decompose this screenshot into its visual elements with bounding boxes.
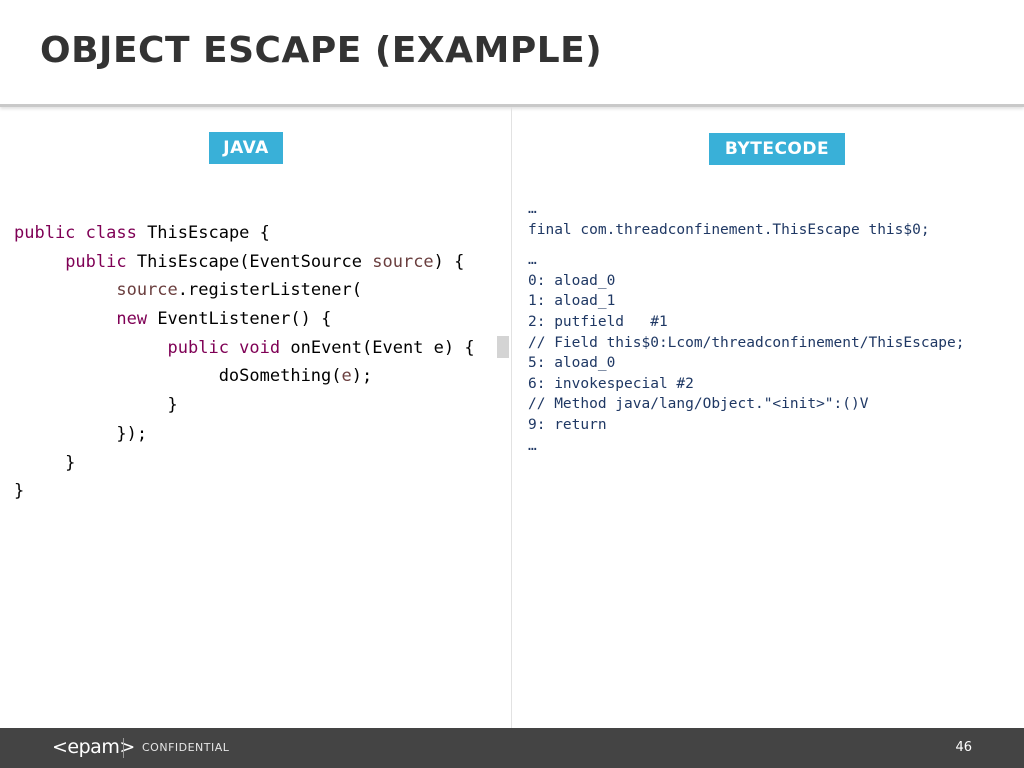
java-code-token: ThisEscape { [147,223,270,243]
java-code-line: new EventListener() { [14,305,475,334]
java-code-token [14,338,168,358]
bytecode-line: // Method java/lang/Object."<init>":()V [528,396,869,413]
bytecode-line: 6: invokespecial #2 [528,375,694,392]
bytecode-line: … [528,201,537,217]
java-code-token: onEvent(Event e) { [290,337,475,358]
java-code-token: public class [14,223,148,243]
bytecode-line: … [528,437,537,454]
java-code-block: public class ThisEscape { public ThisEsc… [14,219,475,506]
java-label: JAVA [209,132,283,164]
bytecode-line: 0: aload_0 [528,272,616,289]
footer-bar: <epam> CONFIDENTIAL 46 [0,728,1024,768]
java-code-token: }); [14,423,148,444]
java-code-token: source [116,280,178,301]
bytecode-line: 2: putfield #1 [528,313,668,330]
bytecode-line: // Field this$0:Lcom/threadconfinement/T… [528,334,965,351]
java-code-line: source.registerListener( [14,276,475,305]
java-code-token: ) { [433,251,465,272]
java-code-token [14,252,65,272]
java-code-token [14,280,116,300]
footer-divider [123,738,124,758]
java-code-line: doSomething(e); [14,362,475,391]
java-code-token: public [65,251,137,272]
bytecode-panel: BYTECODE … final com.threadconfinement.Th… [512,107,1024,728]
bytecode-line: 5: aload_0 [528,355,616,372]
bytecode-line: … [528,252,537,269]
java-code-token: new [116,309,158,330]
java-code-line: } [14,391,475,420]
slide-header: OBJECT ESCAPE (EXAMPLE) [0,0,1024,107]
java-code-token: } [14,481,25,502]
java-code-line: } [14,449,475,478]
java-code-token: e [341,366,352,387]
java-code-token: ); [351,366,373,387]
java-code-line: public class ThisEscape { [14,219,475,248]
bytecode-line: final com.threadconfinement.ThisEscape t… [528,221,930,238]
java-code-token: source [372,251,434,272]
java-code-token: } [14,395,178,416]
bytecode-line [528,240,965,250]
java-code-token: } [14,452,76,473]
java-code-token: doSomething( [14,366,342,387]
java-code-token: EventListener() { [157,309,332,330]
slide-title: OBJECT ESCAPE (EXAMPLE) [40,30,603,71]
java-code-line: public ThisEscape(EventSource source) { [14,248,475,277]
java-code-line: public void onEvent(Event e) { [14,334,475,363]
confidential-label: CONFIDENTIAL [142,741,230,754]
bytecode-code-block: … final com.threadconfinement.ThisEscape … [528,199,965,456]
bytecode-label: BYTECODE [709,133,845,165]
java-code-line: } [14,477,475,506]
java-code-token: ThisEscape(EventSource [136,251,373,272]
text-cursor-highlight [497,336,509,358]
java-code-token: .registerListener( [177,280,363,301]
bytecode-line: 9: return [528,416,607,433]
java-panel: JAVA public class ThisEscape { public Th… [0,107,512,728]
java-code-token [14,309,116,329]
java-code-token: public void [167,337,291,358]
page-number: 46 [955,740,972,755]
bytecode-line: 1: aload_1 [528,293,616,310]
java-code-line: }); [14,420,475,449]
